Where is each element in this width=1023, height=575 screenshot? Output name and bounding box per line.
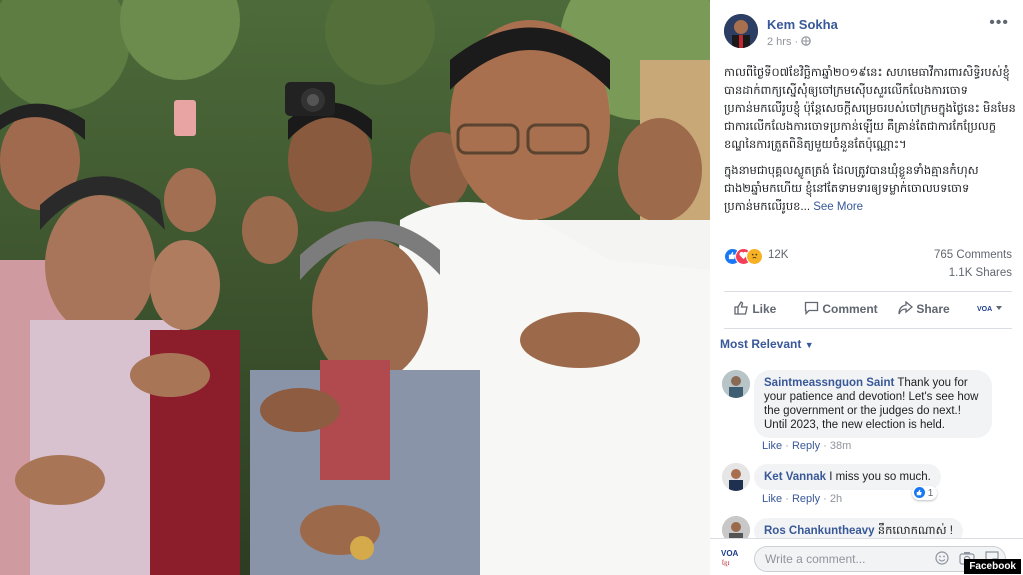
comment-time[interactable]: 2h — [830, 493, 842, 505]
share-icon — [898, 300, 914, 315]
comment-time[interactable]: 38m — [830, 440, 851, 452]
post-meta: 2 hrs · — [767, 36, 812, 48]
comment-reply-link[interactable]: Reply — [792, 493, 820, 505]
like-reaction-icon — [914, 487, 925, 498]
voa-page-avatar[interactable]: VOA ខ្មែរ — [720, 547, 744, 569]
post-actions: Like Comment Share VOA — [724, 291, 1012, 329]
comment-bubble: Ket Vannak I miss you so much. — [754, 464, 941, 490]
comment-like-link[interactable]: Like — [762, 493, 782, 505]
avatar-image — [724, 14, 758, 48]
like-label: Like — [752, 302, 777, 316]
post-as-selector[interactable]: VOA — [976, 302, 1006, 317]
comment-count[interactable]: 765 Comments — [934, 249, 1012, 261]
commenter-avatar[interactable] — [722, 370, 750, 398]
commenter-avatar[interactable] — [722, 463, 750, 491]
svg-text:VOA: VOA — [977, 306, 992, 313]
like-button[interactable]: Like — [734, 301, 776, 316]
comment-icon — [804, 301, 819, 316]
sort-label: Most Relevant — [720, 337, 802, 351]
chevron-down-icon: ▼ — [804, 340, 814, 350]
facebook-watermark: Facebook — [964, 559, 1021, 574]
voa-page-chevron-icon: VOA — [976, 302, 1002, 314]
comment-meta: Like · Reply · 2h — [762, 493, 843, 505]
author-avatar[interactable] — [724, 14, 758, 48]
comment-like-link[interactable]: Like — [762, 440, 782, 452]
sad-reaction-icon — [746, 248, 763, 265]
comment-text: I miss you so much. — [829, 471, 931, 483]
emoji-icon[interactable] — [935, 551, 949, 570]
post-text: កាលពីថ្ងៃទី០៧ខែវិច្ឆិកាឆ្នាំ២០១៩នេះ សហមេ… — [724, 64, 1016, 224]
comment-text: នឹកលោកណាស់ ! — [877, 525, 953, 537]
comment-bubble: Saintmeassnguon Saint Thank you for your… — [754, 370, 992, 438]
comment-like-badge[interactable]: 1 — [912, 486, 938, 500]
avatar-image — [722, 370, 750, 398]
share-count[interactable]: 1.1K Shares — [949, 267, 1012, 279]
author-name[interactable]: Kem Sokha — [767, 17, 838, 32]
post-time[interactable]: 2 hrs — [767, 36, 791, 48]
facebook-post-panel: Kem Sokha 2 hrs · ••• កាលពីថ្ងៃទី០៧ខែវិច… — [710, 0, 1023, 575]
comment-reply-link[interactable]: Reply — [792, 440, 820, 452]
share-label: Share — [916, 302, 950, 316]
photo-image — [0, 0, 710, 575]
voa-page-sublabel: ខ្មែរ — [722, 561, 730, 567]
comment-sort-dropdown[interactable]: Most Relevant ▼ — [720, 337, 814, 351]
globe-icon — [801, 36, 812, 48]
commenter-name[interactable]: Saintmeassnguon Saint — [764, 377, 894, 389]
post-header: Kem Sokha 2 hrs · ••• — [710, 0, 1023, 60]
comment-button[interactable]: Comment — [804, 301, 878, 316]
share-button[interactable]: Share — [898, 300, 950, 316]
comment-like-count: 1 — [927, 488, 934, 499]
comment-meta: Like · Reply · 38m — [762, 440, 852, 452]
reaction-count[interactable]: 12K — [768, 249, 788, 261]
post-paragraph-2: ក្នុងនាមជាបុគ្គលស្លូតត្រង់ ដែលត្រូវបានឃុ… — [724, 162, 1016, 216]
comment-input-placeholder: Write a comment... — [765, 552, 866, 566]
thumbs-up-icon — [734, 301, 748, 315]
more-options-icon[interactable]: ••• — [989, 14, 1009, 32]
comment-label: Comment — [822, 302, 878, 316]
reactions-summary: 12K 765 Comments 1.1K Shares — [724, 246, 1012, 286]
avatar-image — [722, 463, 750, 491]
post-paragraph-1: កាលពីថ្ងៃទី០៧ខែវិច្ឆិកាឆ្នាំ២០១៩នេះ សហមេ… — [724, 67, 1016, 151]
commenter-name[interactable]: Ros Chankuntheavy — [764, 525, 875, 537]
post-photo[interactable] — [0, 0, 710, 575]
commenter-name[interactable]: Ket Vannak — [764, 471, 826, 483]
voa-page-label: VOA — [721, 549, 739, 558]
see-more-link[interactable]: See More — [813, 201, 863, 213]
